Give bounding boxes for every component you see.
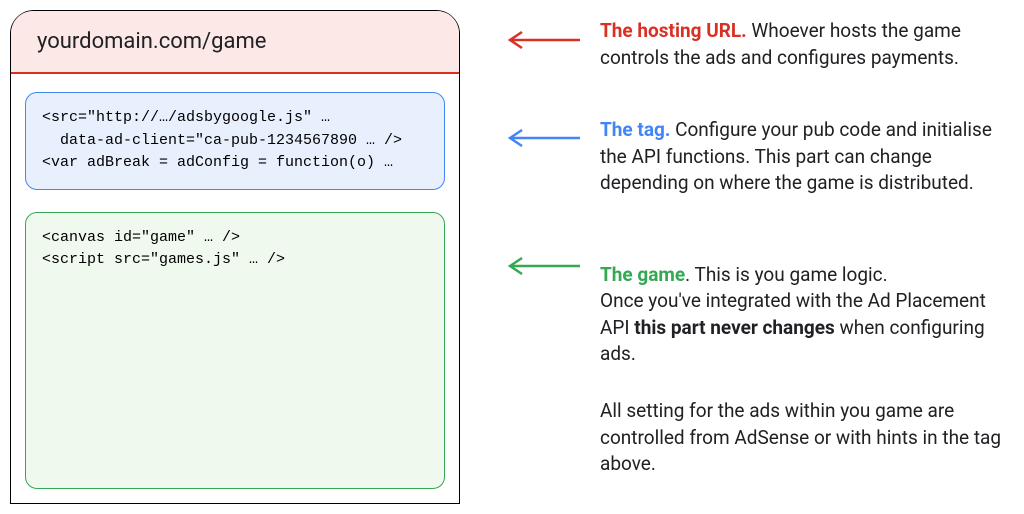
arrow-game bbox=[500, 256, 580, 276]
game-description: The game. This is you game logic. Once y… bbox=[600, 235, 1004, 368]
page-body: <src="http://…/adsbygoogle.js" … data-ad… bbox=[11, 74, 459, 503]
arrow-tag bbox=[500, 128, 580, 148]
url-bar: yourdomain.com/game bbox=[11, 11, 459, 74]
arrow-host bbox=[500, 30, 580, 50]
arrow-left-icon bbox=[500, 128, 580, 148]
tag-code-box: <src="http://…/adsbygoogle.js" … data-ad… bbox=[25, 92, 445, 190]
game-body-bold: this part never changes bbox=[634, 316, 834, 339]
arrow-left-icon bbox=[500, 256, 580, 276]
arrow-left-icon bbox=[500, 30, 580, 50]
game-code-box: <canvas id="game" … /> <script src="game… bbox=[25, 212, 445, 490]
game-title: The game bbox=[600, 263, 685, 286]
tag-description: The tag. Configure your pub code and ini… bbox=[600, 117, 1004, 197]
footer-description: All setting for the ads within you game … bbox=[600, 398, 1004, 478]
tag-title: The tag. bbox=[600, 118, 670, 141]
browser-mockup: yourdomain.com/game <src="http://…/adsby… bbox=[10, 10, 460, 504]
host-description: The hosting URL. Whoever hosts the game … bbox=[600, 18, 1004, 71]
host-title: The hosting URL. bbox=[600, 19, 747, 42]
